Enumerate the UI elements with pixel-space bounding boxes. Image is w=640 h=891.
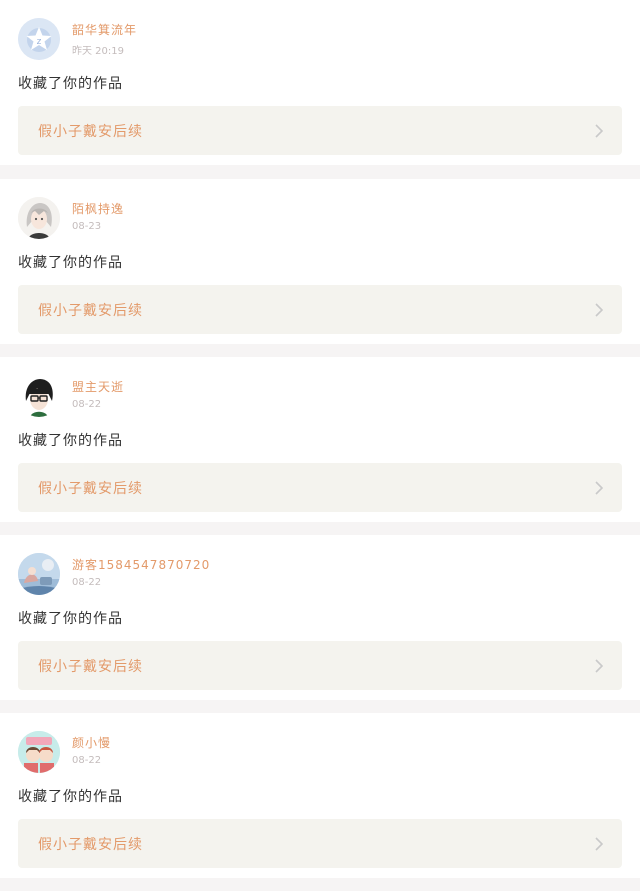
post-time: 昨天 20:19 <box>72 46 124 57</box>
notification-card: 游客1584547870720 08-22 收藏了你的作品 假小子戴安后续 <box>0 535 640 700</box>
anime-silver-hair-avatar-icon <box>18 197 60 239</box>
post-time: 08-22 <box>72 577 102 588</box>
work-title: 假小子戴安后续 <box>38 481 143 497</box>
work-title: 假小子戴安后续 <box>38 659 143 675</box>
chevron-right-icon <box>595 124 604 138</box>
avatar[interactable] <box>18 553 60 595</box>
avatar[interactable]: z <box>18 18 60 60</box>
chevron-right-icon <box>595 659 604 673</box>
action-text: 收藏了你的作品 <box>18 255 123 271</box>
work-link[interactable]: 假小子戴安后续 <box>18 285 622 334</box>
work-link[interactable]: 假小子戴安后续 <box>18 641 622 690</box>
notification-card: 盟主天逝 08-22 收藏了你的作品 假小子戴安后续 <box>0 357 640 522</box>
action-text: 收藏了你的作品 <box>18 433 123 449</box>
svg-text:z: z <box>37 37 42 47</box>
illustrated-scene-avatar-icon <box>18 553 60 595</box>
cartoon-couple-avatar-icon <box>18 731 60 773</box>
notification-card: 颜小慢 08-22 收藏了你的作品 假小子戴安后续 <box>0 713 640 878</box>
post-time: 08-22 <box>72 399 102 410</box>
post-time: 08-23 <box>72 221 102 232</box>
anime-glasses-avatar-icon <box>18 375 60 417</box>
action-text: 收藏了你的作品 <box>18 789 123 805</box>
user-name[interactable]: 陌枫持逸 <box>72 200 124 217</box>
work-title: 假小子戴安后续 <box>38 303 143 319</box>
action-text: 收藏了你的作品 <box>18 76 123 92</box>
user-name[interactable]: 颜小慢 <box>72 734 111 751</box>
notification-card: 陌枫持逸 08-23 收藏了你的作品 假小子戴安后续 <box>0 179 640 344</box>
user-name[interactable]: 游客1584547870720 <box>72 556 210 573</box>
chevron-right-icon <box>595 303 604 317</box>
work-title: 假小子戴安后续 <box>38 124 143 140</box>
work-link[interactable]: 假小子戴安后续 <box>18 463 622 512</box>
user-name[interactable]: 韶华箕流年 <box>72 21 137 38</box>
notification-card: z 韶华箕流年 昨天 20:19 收藏了你的作品 假小子戴安后续 <box>0 0 640 165</box>
work-link[interactable]: 假小子戴安后续 <box>18 819 622 868</box>
user-name[interactable]: 盟主天逝 <box>72 378 124 395</box>
avatar[interactable] <box>18 375 60 417</box>
avatar[interactable] <box>18 197 60 239</box>
work-title: 假小子戴安后续 <box>38 837 143 853</box>
post-time: 08-22 <box>72 755 102 766</box>
chevron-right-icon <box>595 481 604 495</box>
work-link[interactable]: 假小子戴安后续 <box>18 106 622 155</box>
avatar[interactable] <box>18 731 60 773</box>
action-text: 收藏了你的作品 <box>18 611 123 627</box>
chevron-right-icon <box>595 837 604 851</box>
star-badge-icon: z <box>18 18 60 60</box>
